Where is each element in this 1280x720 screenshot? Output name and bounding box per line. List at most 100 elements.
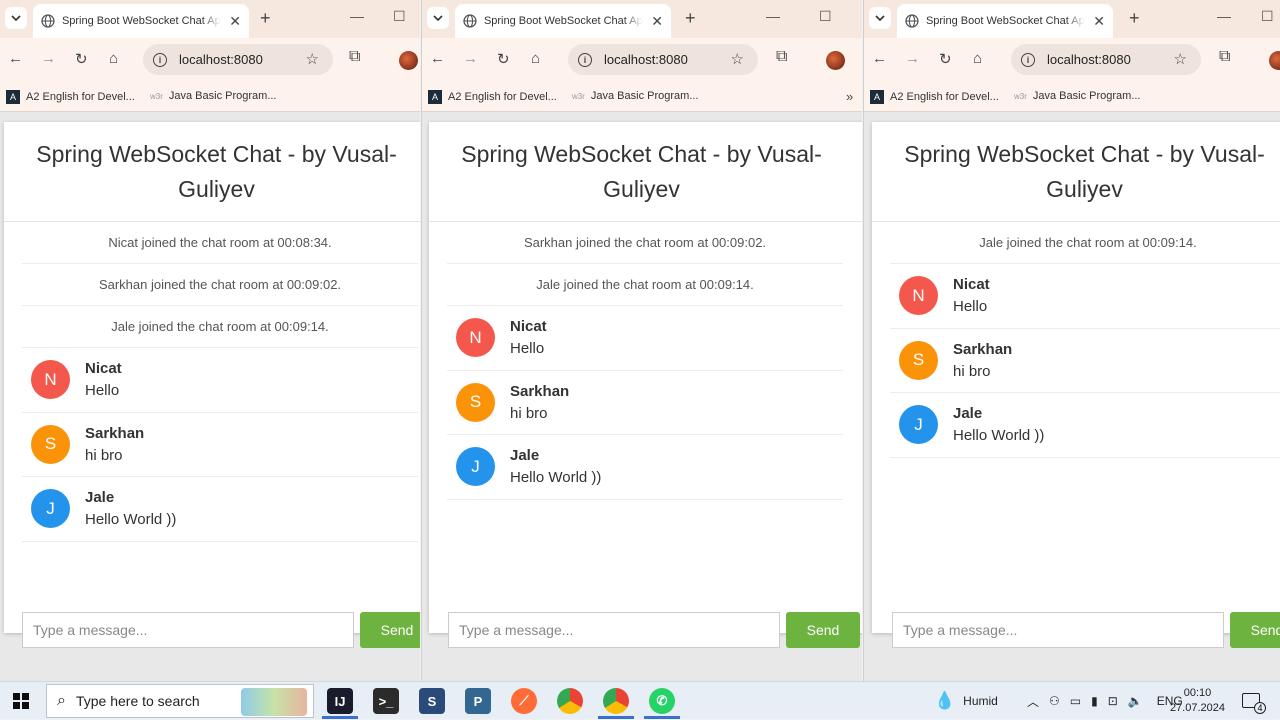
new-tab-button[interactable]: + (685, 8, 696, 29)
tab-title: Spring Boot WebSocket Chat Ap (61, 15, 221, 27)
browser-window-1: Spring Boot WebSocket Chat Ap ✕ + — ☐ ← … (0, 0, 420, 681)
chevron-down-icon (433, 15, 443, 21)
sender-name: Jale (85, 489, 115, 507)
terminal-icon[interactable]: >_ (373, 688, 399, 714)
browser-tab[interactable]: Spring Boot WebSocket Chat Ap ✕ (455, 4, 671, 38)
maximize-button[interactable]: ☐ (393, 8, 406, 25)
avatar: S (456, 382, 495, 422)
join-event: Jale joined the chat room at 00:09:14. (22, 306, 418, 348)
bookmark-a2-english[interactable]: A A2 English for Devel... (6, 90, 135, 104)
avatar: J (456, 447, 495, 487)
chrome-profile-icon[interactable] (598, 688, 634, 719)
extensions-icon[interactable]: ⧉ (349, 48, 360, 66)
forward-arrow-icon[interactable]: → (905, 50, 920, 67)
back-arrow-icon[interactable]: ← (8, 50, 23, 67)
site-info-icon[interactable]: i (1021, 52, 1035, 67)
profile-avatar[interactable] (1269, 51, 1280, 70)
message-text: hi bro (510, 404, 548, 422)
forward-arrow-icon[interactable]: → (463, 50, 478, 67)
minimize-button[interactable]: — (1217, 8, 1231, 24)
water-drop-icon: 💧 (934, 691, 956, 710)
chevron-up-icon[interactable]: ︿ (1027, 693, 1039, 710)
minimize-button[interactable]: — (350, 8, 364, 24)
close-tab-icon[interactable]: ✕ (651, 13, 663, 30)
clock[interactable]: 00:10 27.07.2024 (1170, 686, 1225, 716)
bookmark-star-icon[interactable]: ☆ (731, 50, 744, 68)
address-bar[interactable]: i localhost:8080 ☆ (568, 44, 758, 75)
monitor-icon[interactable]: ⊡ (1108, 694, 1118, 708)
chat-header: Spring WebSocket Chat - by Vusal-Guliyev (429, 122, 862, 222)
back-arrow-icon[interactable]: ← (872, 50, 887, 67)
volume-icon[interactable]: 🔈 (1128, 694, 1143, 708)
chrome-icon[interactable] (557, 688, 583, 714)
send-button[interactable]: Send (360, 612, 420, 648)
back-arrow-icon[interactable]: ← (430, 50, 445, 67)
tab-search-button[interactable] (5, 7, 27, 29)
home-icon[interactable]: ⌂ (109, 50, 118, 67)
weather-widget[interactable]: 💧 Humid (934, 682, 998, 720)
close-tab-icon[interactable]: ✕ (1093, 13, 1105, 30)
tab-search-button[interactable] (869, 7, 891, 29)
bookmark-star-icon[interactable]: ☆ (1174, 50, 1187, 68)
message-input[interactable]: Type a message... (892, 612, 1224, 648)
postgres-icon[interactable]: P (465, 688, 491, 714)
bookmark-label: A2 English for Devel... (26, 91, 135, 103)
reload-icon[interactable]: ↻ (75, 50, 88, 68)
chat-title: Spring WebSocket Chat - by Vusal-Guliyev (904, 140, 1265, 202)
vscode-icon[interactable]: S (419, 688, 445, 714)
clock-date: 27.07.2024 (1169, 702, 1225, 714)
profile-avatar[interactable] (399, 51, 418, 70)
send-button[interactable]: Send (1230, 612, 1280, 648)
address-bar[interactable]: i localhost:8080 ☆ (143, 44, 333, 75)
bookmark-java-basic[interactable]: w3r Java Basic Program... (150, 90, 276, 102)
site-info-icon[interactable]: i (153, 52, 167, 67)
home-icon[interactable]: ⌂ (973, 50, 982, 67)
maximize-button[interactable]: ☐ (1261, 8, 1274, 25)
minimize-button[interactable]: — (766, 8, 780, 24)
bookmarks-bar: A A2 English for Devel... w3r Java Basic… (0, 82, 420, 112)
intellij-icon[interactable]: IJ (322, 688, 358, 719)
notification-icon[interactable]: 4 (1242, 693, 1266, 714)
whatsapp-icon[interactable]: ✆ (644, 688, 680, 719)
close-tab-icon[interactable]: ✕ (229, 13, 241, 30)
forward-arrow-icon[interactable]: → (41, 50, 56, 67)
maximize-button[interactable]: ☐ (819, 8, 832, 25)
message-text: Hello World )) (85, 511, 177, 529)
message-input[interactable]: Type a message... (22, 612, 354, 648)
site-info-icon[interactable]: i (578, 52, 592, 67)
taskbar-search[interactable]: ⌕ Type here to search (46, 684, 314, 718)
new-tab-button[interactable]: + (1129, 8, 1140, 29)
send-button[interactable]: Send (786, 612, 860, 648)
bookmark-a2-english[interactable]: A A2 English for Devel... (870, 90, 999, 104)
chevron-down-icon (875, 15, 885, 21)
bookmark-a2-english[interactable]: A A2 English for Devel... (428, 90, 557, 104)
tab-search-button[interactable] (427, 7, 449, 29)
battery-icon[interactable]: ▮ (1091, 694, 1098, 708)
reload-icon[interactable]: ↻ (939, 50, 952, 68)
browser-tab[interactable]: Spring Boot WebSocket Chat Ap ✕ (33, 4, 249, 38)
browser-tab[interactable]: Spring Boot WebSocket Chat Ap ✕ (897, 4, 1113, 38)
extensions-icon[interactable]: ⧉ (776, 48, 787, 66)
join-event: Sarkhan joined the chat room at 00:09:02… (447, 222, 843, 264)
new-tab-button[interactable]: + (260, 8, 271, 29)
bookmark-java-basic[interactable]: w3r Java Basic Program... (1014, 90, 1140, 102)
message-input[interactable]: Type a message... (448, 612, 780, 648)
postman-icon[interactable]: ⟋ (511, 688, 537, 714)
bookmarks-overflow-icon[interactable]: » (846, 89, 853, 104)
browser-toolbar: ← → ↻ ⌂ i localhost:8080 ☆ ⧉ (864, 38, 1280, 82)
extensions-icon[interactable]: ⧉ (1219, 48, 1230, 66)
bookmark-java-basic[interactable]: w3r Java Basic Program... (572, 90, 698, 102)
message-text: Hello (85, 382, 120, 400)
profile-avatar[interactable] (826, 51, 845, 70)
home-icon[interactable]: ⌂ (531, 50, 540, 67)
browser-window-2: Spring Boot WebSocket Chat Ap ✕ + — ☐ ← … (421, 0, 862, 681)
people-icon[interactable]: ⚇ (1049, 694, 1060, 708)
network-icon[interactable]: ▭ (1070, 694, 1081, 708)
bookmark-star-icon[interactable]: ☆ (306, 50, 319, 68)
address-bar[interactable]: i localhost:8080 ☆ (1011, 44, 1201, 75)
windows-start-icon[interactable] (13, 693, 29, 709)
reload-icon[interactable]: ↻ (497, 50, 510, 68)
sender-name: Sarkhan (85, 424, 145, 442)
message-list: Nicat joined the chat room at 00:08:34. S… (4, 222, 420, 542)
page-viewport: Spring WebSocket Chat - by Vusal-Guliyev… (0, 112, 420, 681)
